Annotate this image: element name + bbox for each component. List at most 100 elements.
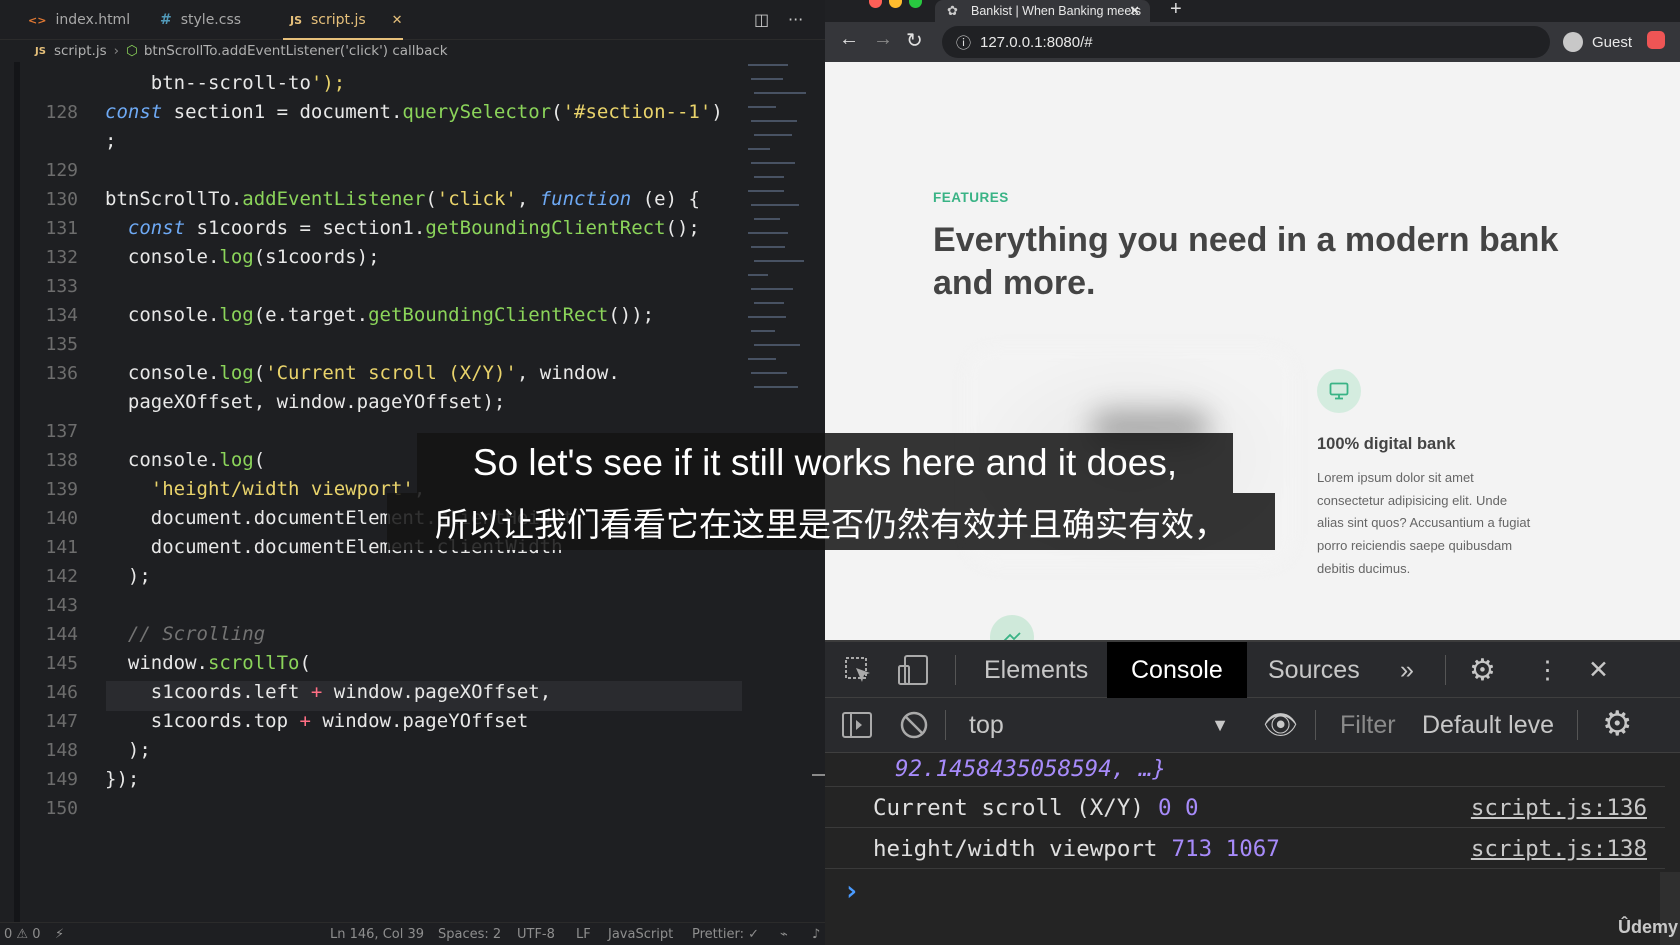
console-message-text: 92.1458435058594, …} xyxy=(895,755,1166,782)
prettier-status[interactable]: Prettier: ✓ xyxy=(692,927,759,942)
cursor-position[interactable]: Ln 146, Col 39 xyxy=(330,927,424,942)
tab-console[interactable]: Console xyxy=(1107,642,1247,698)
line-number xyxy=(0,127,78,156)
console-filter-input[interactable]: Filter xyxy=(1340,698,1396,752)
code-line[interactable]: s1coords.top + window.pageYOffset xyxy=(105,707,529,736)
close-devtools-icon[interactable]: ✕ xyxy=(1588,642,1609,698)
console-message-text: height/width viewport xyxy=(873,835,1158,862)
kebab-menu-icon[interactable]: ⋮ xyxy=(1535,642,1560,698)
split-editor-icon[interactable]: ◫ xyxy=(754,10,769,29)
source-link[interactable]: script.js:136 xyxy=(1471,795,1647,821)
minimap-line xyxy=(754,260,804,262)
code-line[interactable]: console.log(s1coords); xyxy=(105,243,380,272)
line-ending[interactable]: LF xyxy=(576,927,591,942)
minimap-line xyxy=(751,120,797,122)
code-line[interactable]: console.log(e.target.getBoundingClientRe… xyxy=(105,301,654,330)
language-mode[interactable]: JavaScript xyxy=(608,927,673,942)
minimap-line xyxy=(751,78,783,80)
code-line[interactable]: ); xyxy=(105,562,151,591)
code-line[interactable]: }); xyxy=(105,765,139,794)
close-window-icon[interactable] xyxy=(869,0,882,8)
back-icon[interactable]: ← xyxy=(839,28,859,51)
close-tab-icon[interactable]: ✕ xyxy=(1129,3,1140,19)
scrollbar-marker xyxy=(812,774,825,776)
code-line[interactable]: // Scrolling xyxy=(105,620,265,649)
encoding[interactable]: UTF-8 xyxy=(517,927,555,942)
console-settings-gear-icon[interactable]: ⚙ xyxy=(1602,704,1632,744)
monitor-icon xyxy=(1317,369,1361,413)
minimap-line xyxy=(754,218,780,220)
line-number: 144 xyxy=(45,624,78,645)
extension-icon[interactable] xyxy=(1647,31,1665,49)
js-file-icon: JS xyxy=(35,45,46,57)
device-toolbar-icon[interactable] xyxy=(897,642,931,698)
code-line[interactable]: console.log( xyxy=(105,446,265,475)
sidebar-toggle-icon[interactable] xyxy=(841,710,873,740)
code-line[interactable]: ); xyxy=(105,736,151,765)
more-tabs-icon[interactable]: » xyxy=(1400,642,1414,698)
problems-indicator[interactable]: 0 ⚠ 0 xyxy=(4,927,40,942)
line-number: 132 xyxy=(45,247,78,268)
subtitle-chinese: 所以让我们看看它在这里是否仍然有效并且确实有效， xyxy=(387,493,1275,550)
code-line[interactable]: btnScrollTo.addEventListener('click', fu… xyxy=(105,185,700,214)
line-number xyxy=(0,388,78,417)
code-line[interactable]: 'height/width viewport', xyxy=(105,475,426,504)
close-tab-icon[interactable]: ✕ xyxy=(392,13,403,28)
context-selector[interactable]: top ▼ xyxy=(969,698,1239,752)
breadcrumb-symbol[interactable]: btnScrollTo.addEventListener('click') ca… xyxy=(144,43,448,59)
tab-style-css[interactable]: # style.css xyxy=(160,0,241,40)
devtools-tab-bar: Elements Console Sources » ⚙ ⋮ ✕ xyxy=(825,642,1680,698)
minimap-line xyxy=(754,92,806,94)
prompt-chevron-icon: › xyxy=(843,873,860,907)
console-prompt[interactable]: › xyxy=(825,870,1665,910)
profile-button[interactable]: Guest xyxy=(1563,28,1632,56)
tab-index-html[interactable]: <> index.html xyxy=(28,0,130,40)
web-page: FEATURES Everything you need in a modern… xyxy=(825,62,1680,640)
separator xyxy=(955,655,956,685)
minimap-line xyxy=(748,148,770,150)
bell-icon[interactable]: ♪ xyxy=(812,927,820,942)
address-bar[interactable]: ⓘ 127.0.0.1:8080/# xyxy=(942,26,1550,58)
line-number: 129 xyxy=(45,160,78,181)
forward-icon[interactable]: → xyxy=(873,28,893,51)
code-line[interactable]: btn--scroll-to'); xyxy=(105,69,345,98)
minimize-window-icon[interactable] xyxy=(889,0,902,8)
clear-console-icon[interactable] xyxy=(899,710,929,740)
tab-script-js[interactable]: JS script.js ✕ xyxy=(290,0,403,40)
subtitle-english: So let's see if it still works here and … xyxy=(417,433,1233,493)
source-link[interactable]: script.js:138 xyxy=(1471,836,1647,862)
code-line[interactable]: s1coords.left + window.pageXOffset, xyxy=(105,678,551,707)
tab-elements[interactable]: Elements xyxy=(984,642,1088,698)
reload-icon[interactable]: ↻ xyxy=(906,28,923,53)
maximize-window-icon[interactable] xyxy=(909,0,922,8)
broadcast-icon[interactable]: ⌁ xyxy=(780,927,788,942)
new-tab-icon[interactable]: + xyxy=(1170,0,1182,21)
code-line[interactable]: const section1 = document.querySelector(… xyxy=(105,98,723,127)
inspect-element-icon[interactable] xyxy=(843,642,873,698)
breadcrumb-file[interactable]: script.js xyxy=(54,43,107,59)
tab-sources[interactable]: Sources xyxy=(1268,642,1360,698)
eye-icon[interactable]: 👁︎ xyxy=(1263,708,1299,741)
indentation[interactable]: Spaces: 2 xyxy=(438,927,501,942)
more-actions-icon[interactable]: ··· xyxy=(788,10,803,29)
git-icon[interactable]: ⚡ xyxy=(55,927,64,942)
code-line[interactable]: console.log('Current scroll (X/Y)', wind… xyxy=(105,359,620,388)
symbol-cube-icon: ⬡ xyxy=(126,43,138,59)
browser-tab-strip: ✿ Bankist | When Banking meets ✕ + xyxy=(825,0,1680,22)
code-line[interactable]: window.scrollTo( xyxy=(105,649,311,678)
console-toolbar: top ▼ 👁︎ Filter Default leve ⚙ xyxy=(825,698,1680,753)
settings-gear-icon[interactable]: ⚙ xyxy=(1469,642,1496,698)
line-number: 136 xyxy=(45,363,78,384)
minimap-line xyxy=(748,358,776,360)
profile-label: Guest xyxy=(1592,33,1633,51)
browser-tab[interactable]: ✿ Bankist | When Banking meets ✕ xyxy=(935,0,1150,22)
line-number: 134 xyxy=(45,305,78,326)
minimap[interactable] xyxy=(748,62,808,422)
code-line[interactable]: ; xyxy=(105,127,116,156)
line-number: 150 xyxy=(45,798,78,819)
minimap-line xyxy=(754,134,792,136)
minimap-line xyxy=(751,288,793,290)
code-line[interactable]: const s1coords = section1.getBoundingCli… xyxy=(105,214,700,243)
log-levels-dropdown[interactable]: Default leve xyxy=(1422,698,1562,752)
code-line[interactable]: pageXOffset, window.pageYOffset); xyxy=(105,388,506,417)
